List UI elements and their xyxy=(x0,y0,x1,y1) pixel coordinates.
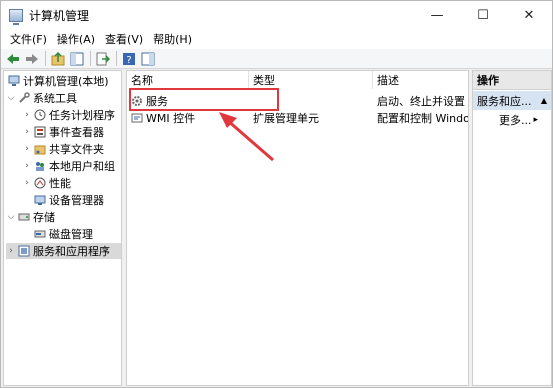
chevron-right-icon: ▸ xyxy=(533,115,539,125)
help-icon[interactable]: ? xyxy=(121,51,137,67)
tree-item-services-and-apps[interactable]: › 服务和应用程序 xyxy=(6,243,121,259)
chevron-right-icon[interactable]: › xyxy=(6,246,16,256)
clock-icon xyxy=(34,109,46,121)
forward-arrow-icon[interactable] xyxy=(24,51,40,67)
computer-icon xyxy=(8,75,20,87)
tree-label: 性能 xyxy=(49,177,71,190)
tree-item-performance[interactable]: › 性能 xyxy=(22,175,71,191)
tree-item-local-users[interactable]: › 本地用户和组 xyxy=(22,158,115,174)
window-controls: — ☐ ✕ xyxy=(414,1,552,29)
console-tree-pane: 计算机管理(本地) ⌵ 系统工具 › 任务计划程序 › 事件查看器 › 共享文件… xyxy=(3,70,122,386)
actions-header: 操作 xyxy=(473,71,551,90)
menu-bar: 文件(F) 操作(A) 查看(V) 帮助(H) xyxy=(1,29,552,49)
tree-label: 系统工具 xyxy=(33,92,77,105)
up-folder-icon[interactable] xyxy=(50,51,66,67)
toolbar-separator xyxy=(90,51,91,66)
list-item-label: WMI 控件 xyxy=(146,111,196,125)
list-cell-description: 配置和控制 Window xyxy=(377,111,468,125)
column-header-type[interactable]: 类型 xyxy=(249,71,373,89)
tree-label: 共享文件夹 xyxy=(49,143,104,156)
chevron-right-icon[interactable]: › xyxy=(22,144,32,154)
console-tree-icon[interactable] xyxy=(69,51,85,67)
tree-label: 本地用户和组 xyxy=(49,160,115,173)
tree-item-device-manager[interactable]: 设备管理器 xyxy=(32,192,104,208)
tree-label: 计算机管理(本地) xyxy=(23,75,109,88)
tree-item-event-viewer[interactable]: › 事件查看器 xyxy=(22,124,104,140)
title-bar: 计算机管理 — ☐ ✕ xyxy=(1,1,552,29)
tree-label: 磁盘管理 xyxy=(49,228,93,241)
chevron-right-icon[interactable]: › xyxy=(22,110,32,120)
list-cell-description: 启动、终止并设置 W xyxy=(377,94,468,108)
more-actions-label: 更多... xyxy=(499,114,532,127)
tree-label: 任务计划程序 xyxy=(49,109,115,122)
tree-item-storage[interactable]: ⌵ 存储 xyxy=(6,209,55,225)
more-actions-link[interactable]: 更多... ▸ xyxy=(499,112,538,128)
tree-item-root[interactable]: 计算机管理(本地) xyxy=(6,73,109,89)
users-icon xyxy=(34,160,46,172)
export-list-icon[interactable] xyxy=(95,51,111,67)
shared-folder-icon xyxy=(34,143,46,155)
tree-item-system-tools[interactable]: ⌵ 系统工具 xyxy=(6,90,77,106)
tree-label: 设备管理器 xyxy=(49,194,104,207)
toolbar: ? xyxy=(1,49,552,69)
device-manager-icon xyxy=(34,194,46,206)
tree-item-disk-management[interactable]: 磁盘管理 xyxy=(32,226,93,242)
maximize-button[interactable]: ☐ xyxy=(460,1,506,29)
event-viewer-icon xyxy=(34,126,46,138)
disk-icon xyxy=(34,228,46,240)
performance-icon xyxy=(34,177,46,189)
services-apps-icon xyxy=(18,245,30,257)
computer-management-window: 计算机管理 — ☐ ✕ 文件(F) 操作(A) 查看(V) 帮助(H) ? 计算… xyxy=(0,0,553,388)
chevron-right-icon[interactable]: › xyxy=(22,178,32,188)
tree-label: 事件查看器 xyxy=(49,126,104,139)
menu-action[interactable]: 操作(A) xyxy=(52,31,100,47)
wmi-control-icon xyxy=(131,112,143,124)
annotation-arrow-icon xyxy=(219,112,274,162)
tree-item-shared-folders[interactable]: › 共享文件夹 xyxy=(22,141,104,157)
actions-group-label: 服务和应... xyxy=(477,94,532,108)
column-header-description[interactable]: 描述 xyxy=(373,71,468,89)
back-arrow-icon[interactable] xyxy=(5,51,21,67)
actions-pane: 操作 服务和应... ▲ 更多... ▸ xyxy=(472,70,552,386)
menu-help[interactable]: 帮助(H) xyxy=(148,31,197,47)
tools-icon xyxy=(18,92,30,104)
collapse-up-icon[interactable]: ▲ xyxy=(541,96,547,105)
chevron-right-icon[interactable]: › xyxy=(22,161,32,171)
column-header-name[interactable]: 名称 xyxy=(127,71,249,89)
chevron-down-icon[interactable]: ⌵ xyxy=(6,212,16,222)
actions-group-services-apps[interactable]: 服务和应... ▲ xyxy=(473,91,551,110)
chevron-down-icon[interactable]: ⌵ xyxy=(6,93,16,103)
tree-label: 存储 xyxy=(33,211,55,224)
menu-file[interactable]: 文件(F) xyxy=(5,31,52,47)
chevron-right-icon[interactable]: › xyxy=(22,127,32,137)
menu-view[interactable]: 查看(V) xyxy=(100,31,148,47)
toolbar-separator xyxy=(45,51,46,66)
results-list-pane: 名称 类型 描述 服务 启动、终止并设置 W WMI 控件 扩展管理单元 配置和… xyxy=(126,70,469,386)
close-button[interactable]: ✕ xyxy=(506,1,552,29)
toolbar-separator xyxy=(116,51,117,66)
show-hide-action-pane-icon[interactable] xyxy=(140,51,156,67)
svg-text:?: ? xyxy=(126,55,131,66)
window-title: 计算机管理 xyxy=(29,8,90,23)
tree-label: 服务和应用程序 xyxy=(33,245,110,258)
list-item-wmi-control[interactable]: WMI 控件 扩展管理单元 配置和控制 Window xyxy=(127,109,468,126)
storage-icon xyxy=(18,211,30,223)
computer-management-icon xyxy=(9,8,23,25)
tree-item-task-scheduler[interactable]: › 任务计划程序 xyxy=(22,107,115,123)
minimize-button[interactable]: — xyxy=(414,1,460,29)
